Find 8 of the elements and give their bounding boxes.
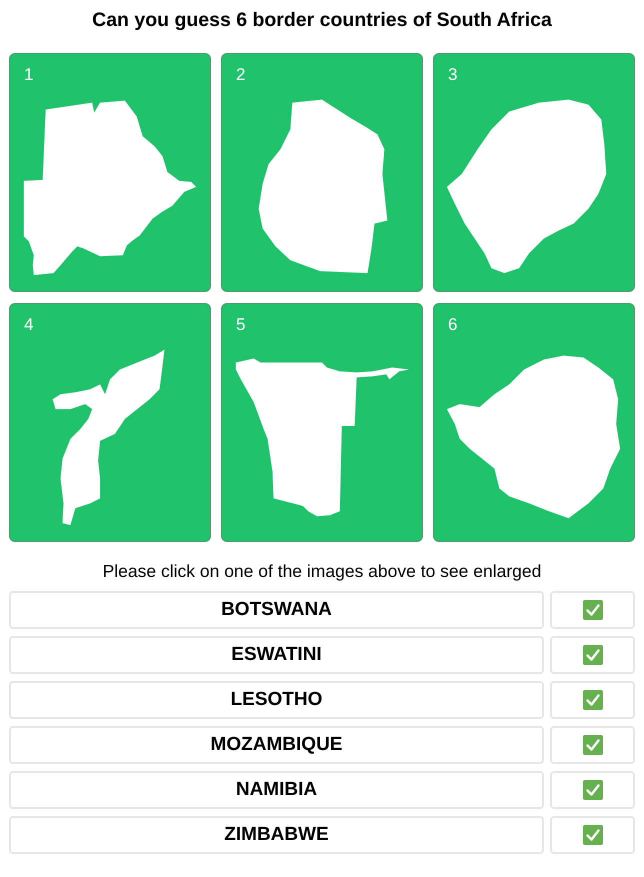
answer-field[interactable]: LESOTHO <box>9 681 544 719</box>
answer-field[interactable]: MOZAMBIQUE <box>9 726 544 764</box>
instruction-text: Please click on one of the images above to see enlarged <box>102 560 542 582</box>
quiz-title: Can you guess 6 border countries of South Africa <box>91 8 553 33</box>
answer-field[interactable]: ESWATINI <box>9 636 544 674</box>
answer-field[interactable]: NAMIBIA <box>9 771 544 809</box>
answer-field[interactable]: ZIMBABWE <box>9 816 544 854</box>
answer-field[interactable]: BOTSWANA <box>9 591 544 629</box>
